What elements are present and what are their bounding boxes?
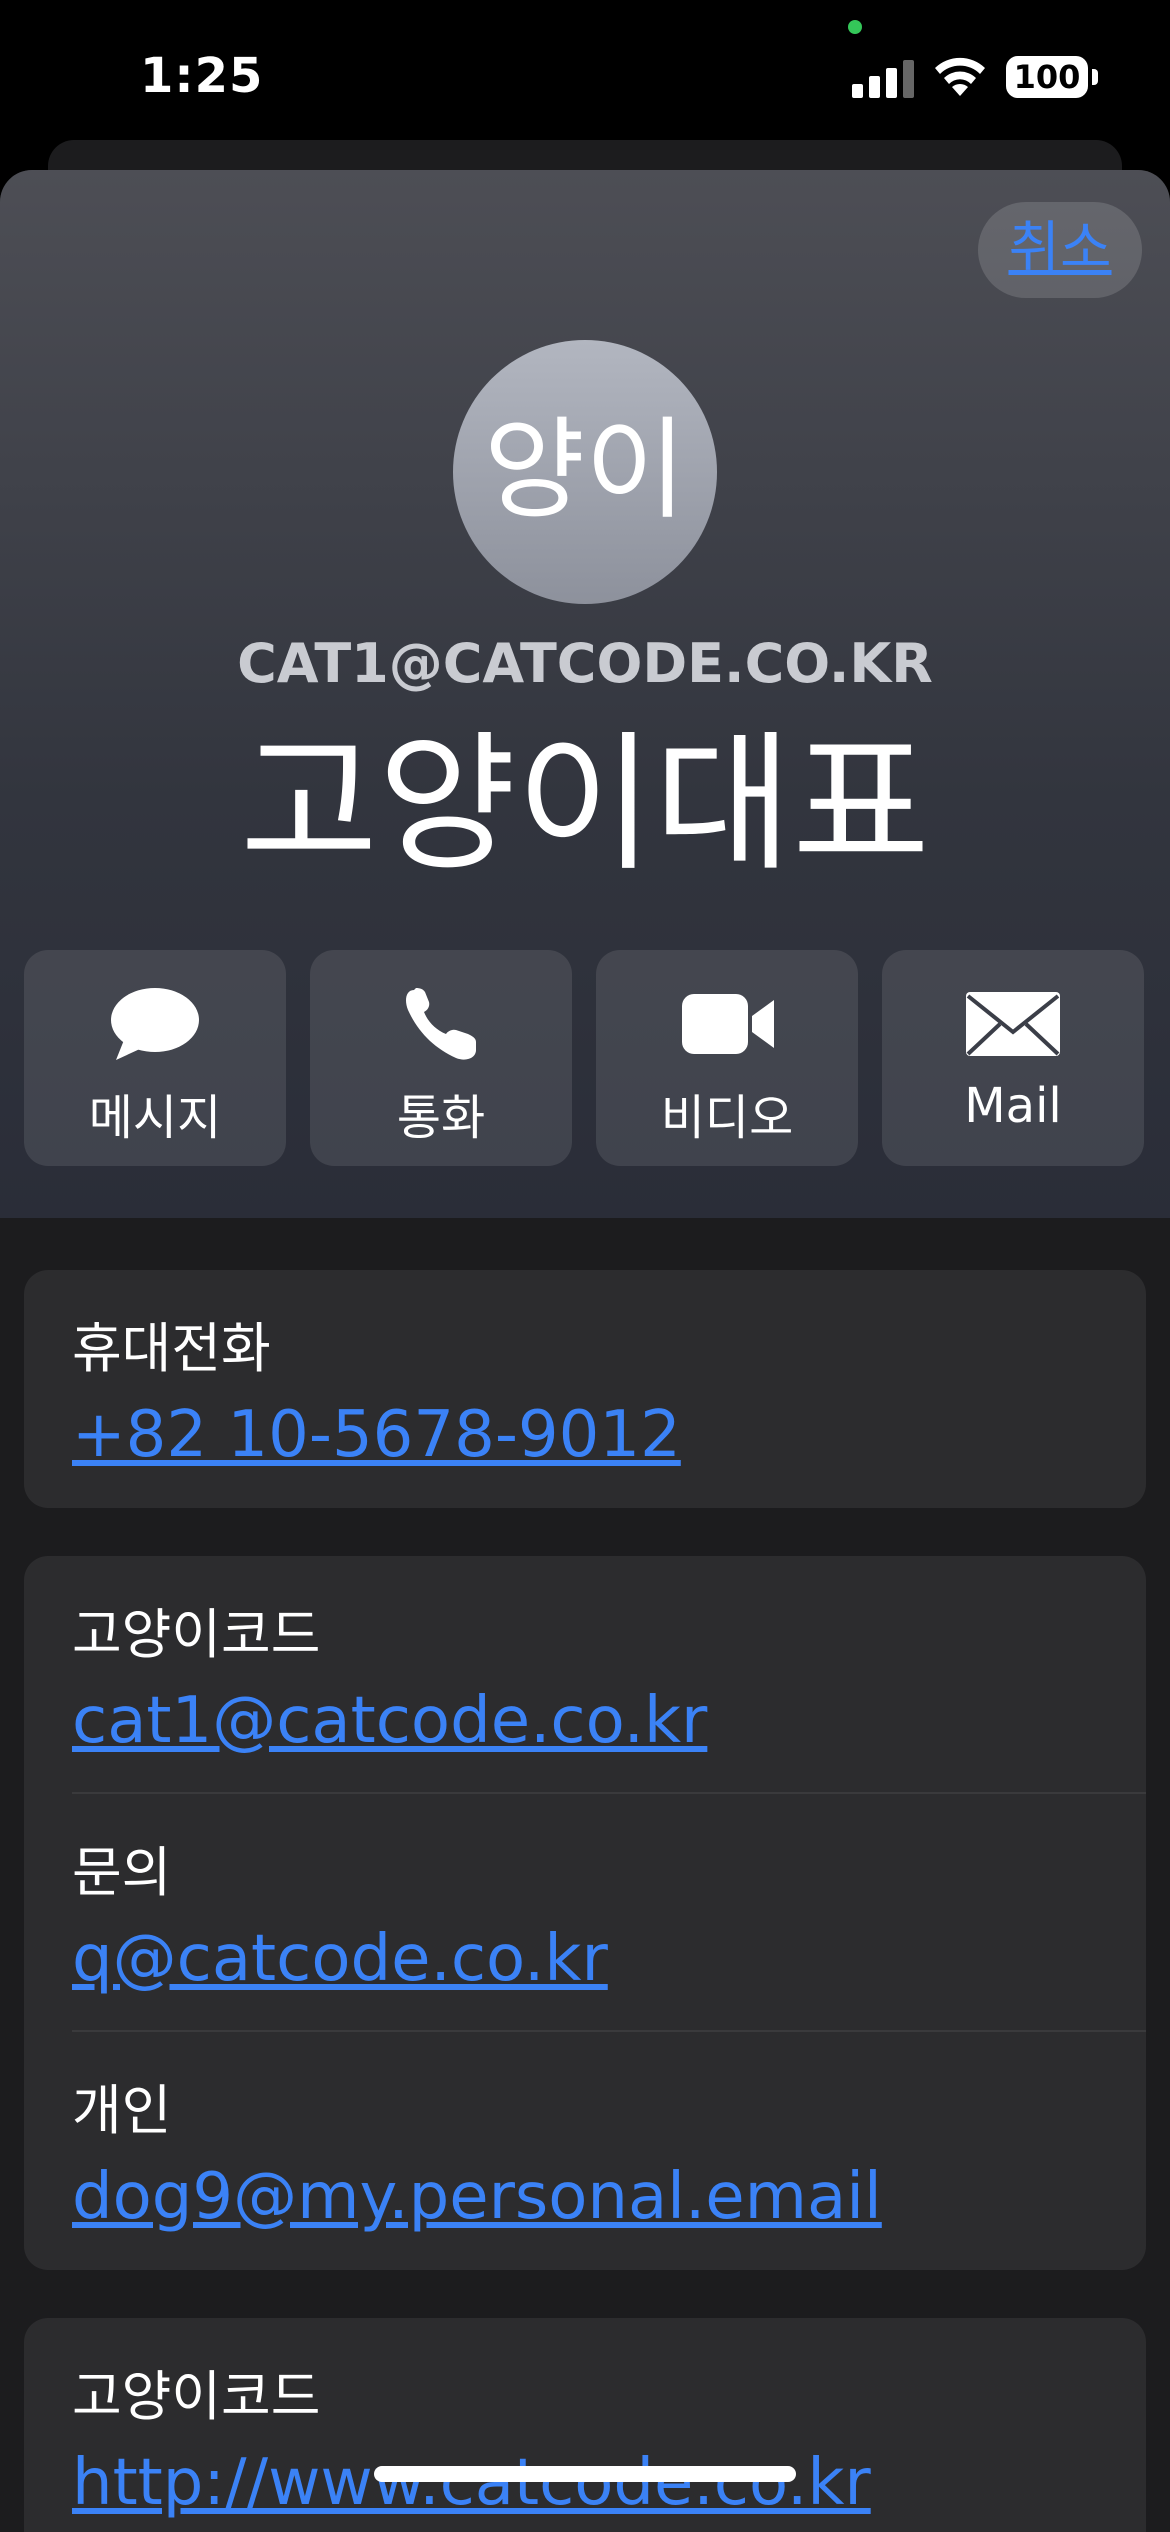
email-link[interactable]: dog9@my.personal.email <box>72 2160 882 2234</box>
mail-label: Mail <box>964 1078 1062 1134</box>
email-card: 고양이코드 cat1@catcode.co.kr 문의 q@catcode.co… <box>24 1556 1146 2270</box>
home-indicator[interactable] <box>374 2466 796 2482</box>
url-link[interactable]: http://www.catcode.co.kr <box>72 2446 871 2520</box>
phone-icon <box>406 988 476 1060</box>
avatar: 양이 <box>453 340 717 604</box>
contact-sheet: 취소 양이 CAT1@CATCODE.CO.KR 고양이대표 메시지 통화 비디… <box>0 170 1170 2532</box>
message-button[interactable]: 메시지 <box>24 950 286 1166</box>
battery-tip <box>1092 69 1098 85</box>
url-label: 고양이코드 <box>72 2365 321 2428</box>
status-bar: 1:25 100 <box>0 0 1170 150</box>
video-button[interactable]: 비디오 <box>596 950 858 1166</box>
cancel-button[interactable]: 취소 <box>978 202 1142 298</box>
email-field: 고양이코드 cat1@catcode.co.kr <box>24 1556 1146 1794</box>
wifi-icon <box>935 57 985 96</box>
message-label: 메시지 <box>88 1090 222 1146</box>
email-label: 고양이코드 <box>72 1603 321 1666</box>
call-label: 통화 <box>396 1090 486 1146</box>
email-field: 문의 q@catcode.co.kr <box>24 1794 1146 2032</box>
cellular-signal-icon <box>852 58 914 98</box>
video-icon <box>682 994 774 1054</box>
email-label: 개인 <box>72 2079 172 2142</box>
mail-icon <box>966 992 1060 1056</box>
email-link[interactable]: q@catcode.co.kr <box>72 1922 608 1996</box>
phone-label: 휴대전화 <box>72 1317 271 1380</box>
email-field: 개인 dog9@my.personal.email <box>24 2032 1146 2270</box>
battery-icon: 100 <box>1006 56 1088 98</box>
contact-name: 고양이대표 <box>239 718 930 892</box>
action-row: 메시지 통화 비디오 Mail <box>24 950 1146 1166</box>
email-label: 문의 <box>72 1841 172 1904</box>
phone-field: 휴대전화 +82 10-5678-9012 <box>24 1270 1146 1508</box>
contact-header: 취소 양이 CAT1@CATCODE.CO.KR 고양이대표 메시지 통화 비디… <box>0 170 1170 1218</box>
phone-number-link[interactable]: +82 10-5678-9012 <box>72 1398 681 1472</box>
mail-button[interactable]: Mail <box>882 950 1144 1166</box>
phone-card: 휴대전화 +82 10-5678-9012 <box>24 1270 1146 1508</box>
contact-company: CAT1@CATCODE.CO.KR <box>237 632 933 695</box>
email-link[interactable]: cat1@catcode.co.kr <box>72 1684 707 1758</box>
call-button[interactable]: 통화 <box>310 950 572 1166</box>
camera-indicator-icon <box>848 20 862 34</box>
url-card: 고양이코드 http://www.catcode.co.kr <box>24 2318 1146 2532</box>
url-field: 고양이코드 http://www.catcode.co.kr <box>24 2318 1146 2532</box>
status-time: 1:25 <box>140 48 264 104</box>
video-label: 비디오 <box>660 1090 794 1146</box>
message-icon <box>111 988 199 1060</box>
